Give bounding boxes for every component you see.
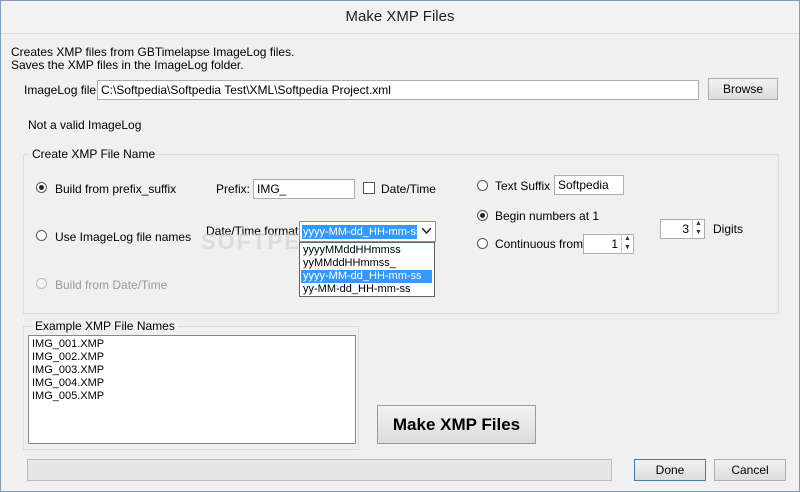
digits-spin-buttons[interactable]: ▲ ▼ — [692, 220, 704, 238]
continuous-value: 1 — [611, 237, 618, 251]
list-item: IMG_002.XMP — [32, 351, 105, 363]
intro-line-2: Saves the XMP files in the ImageLog fold… — [11, 58, 244, 72]
window-title: Make XMP Files — [345, 8, 455, 25]
digits-label: Digits — [713, 222, 744, 236]
imagelog-names-label: Use ImageLog file names — [55, 230, 192, 244]
prefix-suffix-label: Build from prefix_suffix — [55, 182, 177, 196]
chevron-down-icon[interactable] — [417, 222, 435, 241]
dropdown-option[interactable]: yyyyMMddHHmmss — [301, 244, 432, 257]
file-name-group-legend: Create XMP File Name — [29, 147, 159, 161]
examples-group-legend: Example XMP File Names — [32, 319, 178, 333]
begin-numbers-label: Begin numbers at 1 — [495, 209, 600, 223]
datetime-radio[interactable] — [36, 278, 47, 289]
continuous-spinner[interactable]: 1 ▲ ▼ — [583, 234, 634, 254]
make-xmp-window: Make XMP Files Creates XMP files from GB… — [0, 0, 800, 492]
imagelog-label: ImageLog file — [24, 83, 97, 97]
intro-line-1: Creates XMP files from GBTimelapse Image… — [11, 45, 295, 59]
digits-spinner[interactable]: 3 ▲ ▼ — [660, 219, 705, 239]
continuous-label: Continuous from — [495, 237, 584, 251]
begin-numbers-radio[interactable] — [477, 210, 488, 221]
prefix-label: Prefix: — [216, 182, 251, 196]
datetime-format-selected-value: yyyy-MM-dd_HH-mm-ss — [302, 225, 423, 239]
title-bar: Make XMP Files — [1, 1, 799, 34]
example-names-list[interactable]: IMG_001.XMP IMG_002.XMP IMG_003.XMP IMG_… — [28, 335, 356, 444]
spin-down-icon[interactable]: ▼ — [622, 244, 633, 253]
continuous-spin-buttons[interactable]: ▲ ▼ — [621, 235, 633, 253]
text-suffix-label: Text Suffix — [495, 179, 551, 193]
dropdown-option[interactable]: yy-MM-dd_HH-mm-ss — [301, 283, 432, 296]
spin-down-icon[interactable]: ▼ — [693, 229, 704, 238]
datetime-label: Build from Date/Time — [55, 278, 168, 292]
datetime-checkbox[interactable] — [363, 182, 375, 194]
make-xmp-files-button[interactable]: Make XMP Files — [377, 405, 536, 444]
datetime-format-dropdown: yyyyMMddHHmmss yyMMddHHmmss_ yyyy-MM-dd_… — [299, 242, 435, 297]
spin-up-icon[interactable]: ▲ — [693, 220, 704, 229]
text-suffix-radio[interactable] — [477, 180, 488, 191]
browse-button[interactable]: Browse — [708, 78, 778, 100]
list-item: IMG_001.XMP — [32, 338, 105, 350]
cancel-button[interactable]: Cancel — [714, 459, 786, 481]
spin-up-icon[interactable]: ▲ — [622, 235, 633, 244]
continuous-radio[interactable] — [477, 238, 488, 249]
done-button[interactable]: Done — [634, 459, 706, 481]
datetime-format-select[interactable]: yyyy-MM-dd_HH-mm-ss — [299, 221, 436, 242]
prefix-suffix-radio[interactable] — [36, 182, 47, 193]
dropdown-option-selected[interactable]: yyyy-MM-dd_HH-mm-ss — [301, 270, 432, 283]
imagelog-names-radio[interactable] — [36, 230, 47, 241]
progress-bar — [27, 459, 612, 481]
list-item: IMG_003.XMP — [32, 364, 105, 376]
datetime-checkbox-label: Date/Time — [381, 182, 436, 196]
text-suffix-input[interactable]: Softpedia — [554, 175, 624, 195]
digits-value: 3 — [682, 222, 689, 236]
imagelog-path-input[interactable]: C:\Softpedia\Softpedia Test\XML\Softpedi… — [97, 80, 699, 100]
list-item: IMG_004.XMP — [32, 377, 105, 389]
prefix-input[interactable]: IMG_ — [253, 179, 355, 199]
dropdown-option[interactable]: yyMMddHHmmss_ — [301, 257, 432, 270]
list-item: IMG_005.XMP — [32, 390, 105, 402]
imagelog-status: Not a valid ImageLog — [28, 118, 142, 132]
